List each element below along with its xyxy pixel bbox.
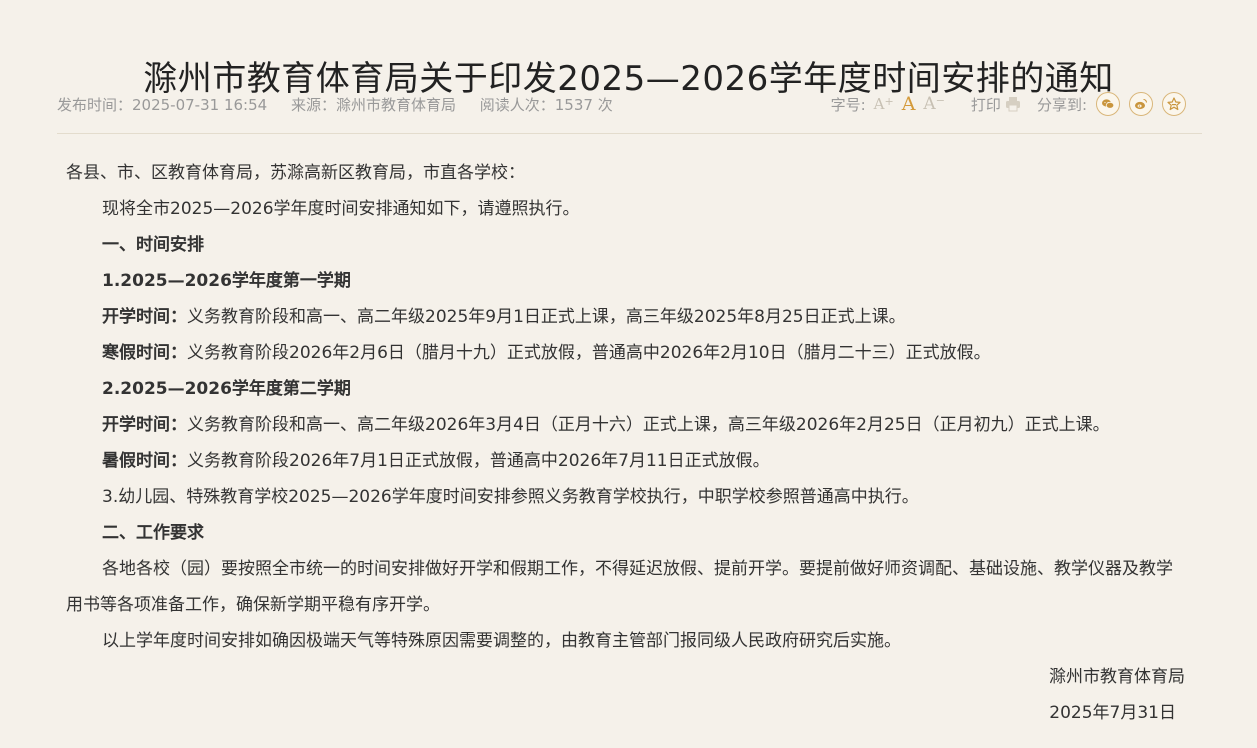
signature-date: 2025年7月31日	[1049, 703, 1176, 723]
font-size-small-sign: +	[884, 95, 894, 108]
term1-start-label: 开学时间：	[102, 307, 187, 327]
favorite-button[interactable]	[1162, 92, 1186, 116]
share-weibo-button[interactable]	[1129, 92, 1153, 116]
winter-break-label: 寒假时间：	[102, 343, 187, 363]
summer-break-paragraph: 暑假时间：义务教育阶段2026年7月1日正式放假，普通高中2026年7月11日正…	[66, 443, 1188, 479]
winter-break-paragraph: 寒假时间：义务教育阶段2026年2月6日（腊月十九）正式放假，普通高中2026年…	[66, 335, 1188, 371]
share-wechat-button[interactable]	[1096, 92, 1120, 116]
term2-heading: 2.2025—2026学年度第二学期	[102, 379, 351, 399]
term1-start-paragraph: 开学时间：义务教育阶段和高一、高二年级2025年9月1日正式上课，高三年级202…	[66, 299, 1188, 335]
term1-heading: 1.2025—2026学年度第一学期	[102, 271, 351, 291]
font-size-large-button[interactable]: A−	[923, 94, 945, 114]
header-divider	[57, 133, 1202, 134]
term2-start-text: 义务教育阶段和高一、高二年级2026年3月4日（正月十六）正式上课，高三年级20…	[187, 415, 1110, 435]
font-size-small-letter: A	[873, 95, 885, 113]
font-size-label: 字号:	[830, 95, 866, 114]
weibo-icon	[1135, 98, 1148, 110]
summer-break-label: 暑假时间：	[102, 451, 187, 471]
favorite-star-icon	[1167, 97, 1181, 111]
printer-icon	[1005, 97, 1020, 112]
article-source: 来源：滁州市教育体育局	[290, 96, 456, 114]
term2-start-paragraph: 开学时间：义务教育阶段和高一、高二年级2026年3月4日（正月十六）正式上课，高…	[66, 407, 1188, 443]
adjustment-paragraph: 以上学年度时间安排如确因极端天气等特殊原因需要调整的，由教育主管部门报同级人民政…	[102, 631, 901, 651]
article-meta-bar: 发布时间：2025-07-31 16:54 来源：滁州市教育体育局 阅读人次：1…	[57, 92, 1202, 116]
article-body: 各县、市、区教育体育局，苏滁高新区教育局，市直各学校： 现将全市2025—202…	[66, 155, 1188, 731]
article-meta: 发布时间：2025-07-31 16:54 来源：滁州市教育体育局 阅读人次：1…	[57, 94, 632, 115]
article-page: 滁州市教育体育局关于印发2025—2026学年度时间安排的通知 发布时间：202…	[0, 0, 1257, 748]
requirement-paragraph: 各地各校（园）要按照全市统一的时间安排做好开学和假期工作，不得延迟放假、提前开学…	[66, 559, 1173, 615]
share-label: 分享到:	[1036, 95, 1087, 114]
font-size-large-sign: −	[935, 94, 945, 107]
publish-time: 发布时间：2025-07-31 16:54	[57, 96, 268, 114]
intro-paragraph: 现将全市2025—2026学年度时间安排通知如下，请遵照执行。	[102, 199, 580, 219]
font-size-small-button[interactable]: A+	[874, 95, 894, 113]
section-heading-requirements: 二、工作要求	[102, 523, 204, 543]
greeting-line: 各县、市、区教育体育局，苏滁高新区教育局，市直各学校：	[66, 163, 525, 183]
font-size-large-letter: A	[923, 94, 936, 114]
summer-break-text: 义务教育阶段2026年7月1日正式放假，普通高中2026年7月11日正式放假。	[187, 451, 770, 471]
signature-org: 滁州市教育体育局	[1049, 667, 1185, 687]
article-toolbar: 字号: A+ A A− 打印 分享到:	[831, 90, 1186, 118]
item3-paragraph: 3.幼儿园、特殊教育学校2025—2026学年度时间安排参照义务教育学校执行，中…	[102, 487, 919, 507]
section-heading-schedule: 一、时间安排	[102, 235, 204, 255]
read-count: 阅读人次：1537 次	[479, 96, 613, 114]
wechat-icon	[1102, 99, 1115, 109]
print-button[interactable]: 打印	[971, 94, 1021, 115]
font-size-medium-button[interactable]: A	[902, 93, 916, 115]
term2-start-label: 开学时间：	[102, 415, 187, 435]
print-label: 打印	[970, 95, 1001, 114]
term1-start-text: 义务教育阶段和高一、高二年级2025年9月1日正式上课，高三年级2025年8月2…	[187, 307, 906, 327]
winter-break-text: 义务教育阶段2026年2月6日（腊月十九）正式放假，普通高中2026年2月10日…	[187, 343, 991, 363]
